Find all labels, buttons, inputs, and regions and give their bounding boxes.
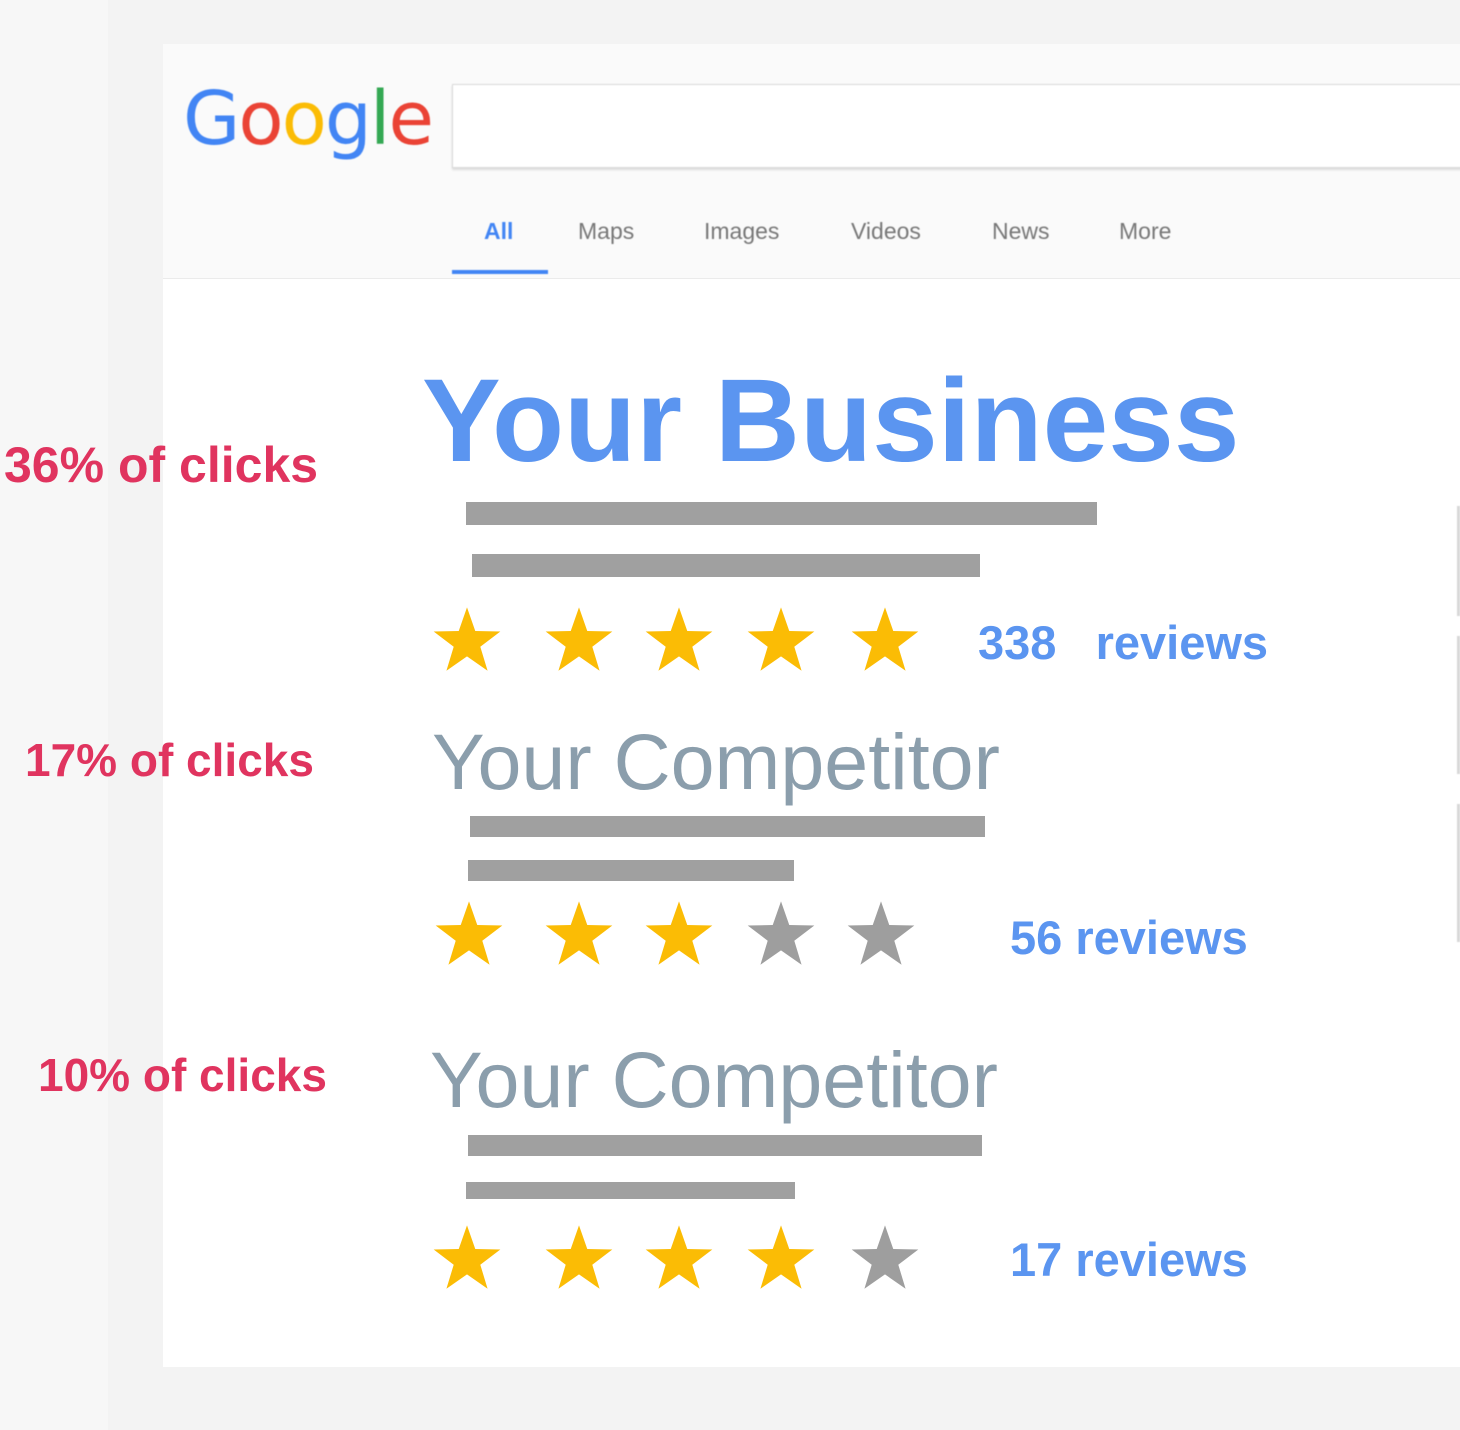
star-filled-icon [645, 1225, 713, 1289]
click-share-label: 36% of clicks [4, 437, 319, 493]
star-filled-icon [851, 607, 919, 671]
star-filled-icon [747, 607, 815, 671]
result-title[interactable]: Your Competitor [432, 722, 1000, 801]
review-count[interactable]: 56 reviews [1010, 910, 1248, 965]
active-tab-indicator [452, 270, 548, 274]
star-filled-icon [747, 1225, 815, 1289]
snippet-line [466, 1182, 795, 1199]
result-title[interactable]: Your Competitor [430, 1040, 998, 1119]
star-empty-icon [851, 1225, 919, 1289]
star-filled-icon [645, 901, 713, 965]
star-filled-icon [645, 607, 713, 671]
logo-letter: g [324, 76, 372, 162]
review-count[interactable]: 17 reviews [1010, 1232, 1248, 1287]
click-share-label: 17% of clicks [25, 734, 314, 786]
star-empty-icon [847, 901, 915, 965]
star-filled-icon [545, 1225, 613, 1289]
search-header: Google All Maps Images Videos News More [163, 44, 1460, 279]
tab-more[interactable]: More [1119, 218, 1171, 245]
star-filled-icon [545, 901, 613, 965]
snippet-line [470, 816, 985, 837]
snippet-line [468, 860, 794, 881]
logo-letter: o [281, 76, 327, 162]
tab-videos[interactable]: Videos [851, 218, 921, 245]
logo-letter: e [388, 76, 434, 162]
tab-news[interactable]: News [992, 218, 1050, 245]
page-margin [0, 0, 108, 1430]
logo-letter: l [369, 76, 391, 162]
star-filled-icon [545, 607, 613, 671]
tab-all[interactable]: All [484, 218, 513, 245]
snippet-line [468, 1135, 982, 1156]
click-share-label: 10% of clicks [38, 1049, 327, 1101]
star-filled-icon [433, 1225, 501, 1289]
logo-letter: o [238, 76, 283, 162]
star-empty-icon [747, 901, 815, 965]
search-input[interactable] [452, 84, 1460, 168]
result-title[interactable]: Your Business [422, 362, 1239, 480]
star-filled-icon [435, 901, 503, 965]
snippet-line [472, 554, 980, 577]
review-count[interactable]: 338 reviews [978, 615, 1268, 670]
snippet-line [466, 502, 1097, 525]
google-logo[interactable]: Google [183, 82, 434, 156]
tab-images[interactable]: Images [704, 218, 779, 245]
search-results-page: Google All Maps Images Videos News More [163, 44, 1460, 1367]
star-filled-icon [433, 607, 501, 671]
tab-maps[interactable]: Maps [578, 218, 634, 245]
logo-letter: G [183, 76, 240, 162]
